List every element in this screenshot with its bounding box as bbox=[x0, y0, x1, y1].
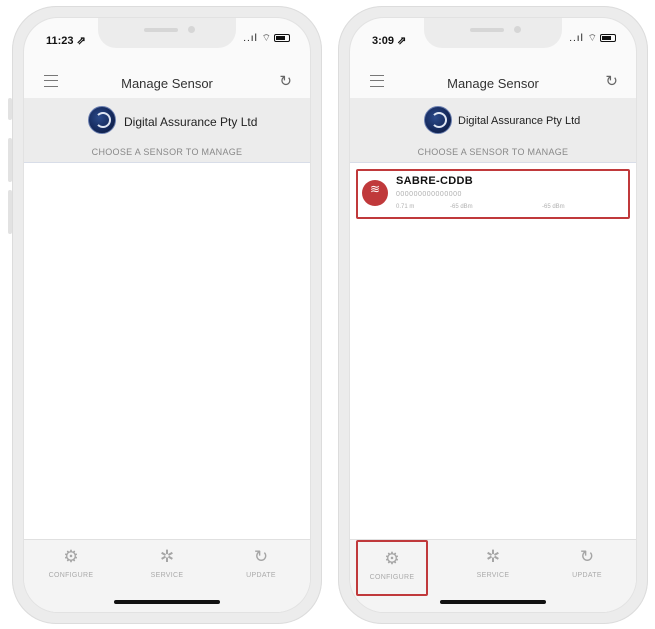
battery-icon bbox=[600, 34, 616, 43]
sensor-id: 000000000000000 bbox=[396, 191, 462, 198]
side-button bbox=[8, 98, 12, 120]
sensor-rssi: -65 dBm bbox=[450, 204, 473, 210]
sensor-distance: 0.71 m bbox=[396, 204, 415, 210]
configure-icon: ⚙ bbox=[384, 549, 400, 568]
update-icon: ↻ bbox=[253, 547, 269, 566]
company-header: Digital Assurance Pty Ltd bbox=[24, 98, 310, 143]
tab-service[interactable]: ✲ SERVICE bbox=[132, 546, 202, 592]
service-icon: ✲ bbox=[159, 547, 175, 566]
volume-up-button bbox=[8, 138, 12, 182]
status-icons: ..ıl ⌔ bbox=[243, 32, 290, 45]
update-icon: ↻ bbox=[579, 547, 595, 566]
sensor-list-item[interactable]: ≋ SABRE-CDDB 000000000000000 0.71 m -65 … bbox=[356, 169, 630, 219]
wifi-icon: ≋ bbox=[362, 180, 388, 206]
phone-left: 11:23 ⇗ ..ıl ⌔ Manage Sensor ↻ Digital A… bbox=[8, 6, 322, 624]
nav-bar: Manage Sensor ↻ bbox=[24, 62, 310, 96]
company-logo bbox=[88, 106, 116, 134]
status-bar: 11:23 ⇗ ..ıl ⌔ bbox=[24, 18, 310, 52]
status-time: 11:23 ⇗ bbox=[46, 35, 86, 47]
tab-label: SERVICE bbox=[476, 572, 510, 579]
phone-right: 3:09 ⇗ ..ıl ⌔ Manage Sensor ↻ Digital As… bbox=[338, 6, 648, 624]
sensor-name: SABRE-CDDB bbox=[396, 175, 473, 187]
tab-update[interactable]: ↻ UPDATE bbox=[226, 546, 296, 592]
status-icons: ..ıl ⌔ bbox=[569, 32, 616, 45]
status-time: 3:09 ⇗ bbox=[372, 35, 407, 47]
refresh-icon[interactable]: ↻ bbox=[605, 72, 618, 90]
tab-configure[interactable]: ⚙ CONFIGURE bbox=[36, 546, 106, 592]
tab-label: CONFIGURE bbox=[369, 574, 415, 581]
status-bar: 3:09 ⇗ ..ıl ⌔ bbox=[350, 18, 636, 52]
company-name: Digital Assurance Pty Ltd bbox=[458, 115, 581, 127]
screen-right: 3:09 ⇗ ..ıl ⌔ Manage Sensor ↻ Digital As… bbox=[350, 18, 636, 612]
tab-label: UPDATE bbox=[572, 572, 602, 579]
company-name: Digital Assurance Pty Ltd bbox=[124, 115, 258, 129]
page-title: Manage Sensor bbox=[121, 76, 213, 91]
company-logo bbox=[424, 106, 452, 134]
tab-configure[interactable]: ⚙ CONFIGURE bbox=[356, 540, 428, 596]
page-title: Manage Sensor bbox=[447, 76, 539, 91]
company-header: Digital Assurance Pty Ltd bbox=[350, 98, 636, 143]
configure-icon: ⚙ bbox=[63, 547, 79, 566]
tab-bar: ⚙ CONFIGURE ✲ SERVICE ↻ UPDATE bbox=[24, 539, 310, 612]
home-indicator[interactable] bbox=[114, 600, 220, 604]
service-icon: ✲ bbox=[485, 547, 501, 566]
tab-bar: ⚙ CONFIGURE ✲ SERVICE ↻ UPDATE bbox=[350, 539, 636, 612]
choose-sensor-label: CHOOSE A SENSOR TO MANAGE bbox=[350, 142, 636, 163]
refresh-icon[interactable]: ↻ bbox=[279, 72, 292, 90]
sensor-list: ≋ SABRE-CDDB 000000000000000 0.71 m -65 … bbox=[350, 163, 636, 540]
battery-icon bbox=[274, 34, 290, 43]
tab-update[interactable]: ↻ UPDATE bbox=[552, 546, 622, 592]
volume-down-button bbox=[8, 190, 12, 234]
sensor-rssi-avg: -65 dBm bbox=[542, 204, 565, 210]
tab-label: UPDATE bbox=[246, 572, 276, 579]
sensor-list bbox=[24, 163, 310, 540]
nav-bar: Manage Sensor ↻ bbox=[350, 62, 636, 96]
screen-left: 11:23 ⇗ ..ıl ⌔ Manage Sensor ↻ Digital A… bbox=[24, 18, 310, 612]
choose-sensor-label: CHOOSE A SENSOR TO MANAGE bbox=[24, 142, 310, 163]
home-indicator[interactable] bbox=[440, 600, 546, 604]
tab-label: CONFIGURE bbox=[48, 572, 94, 579]
tab-service[interactable]: ✲ SERVICE bbox=[458, 546, 528, 592]
tab-label: SERVICE bbox=[150, 572, 184, 579]
